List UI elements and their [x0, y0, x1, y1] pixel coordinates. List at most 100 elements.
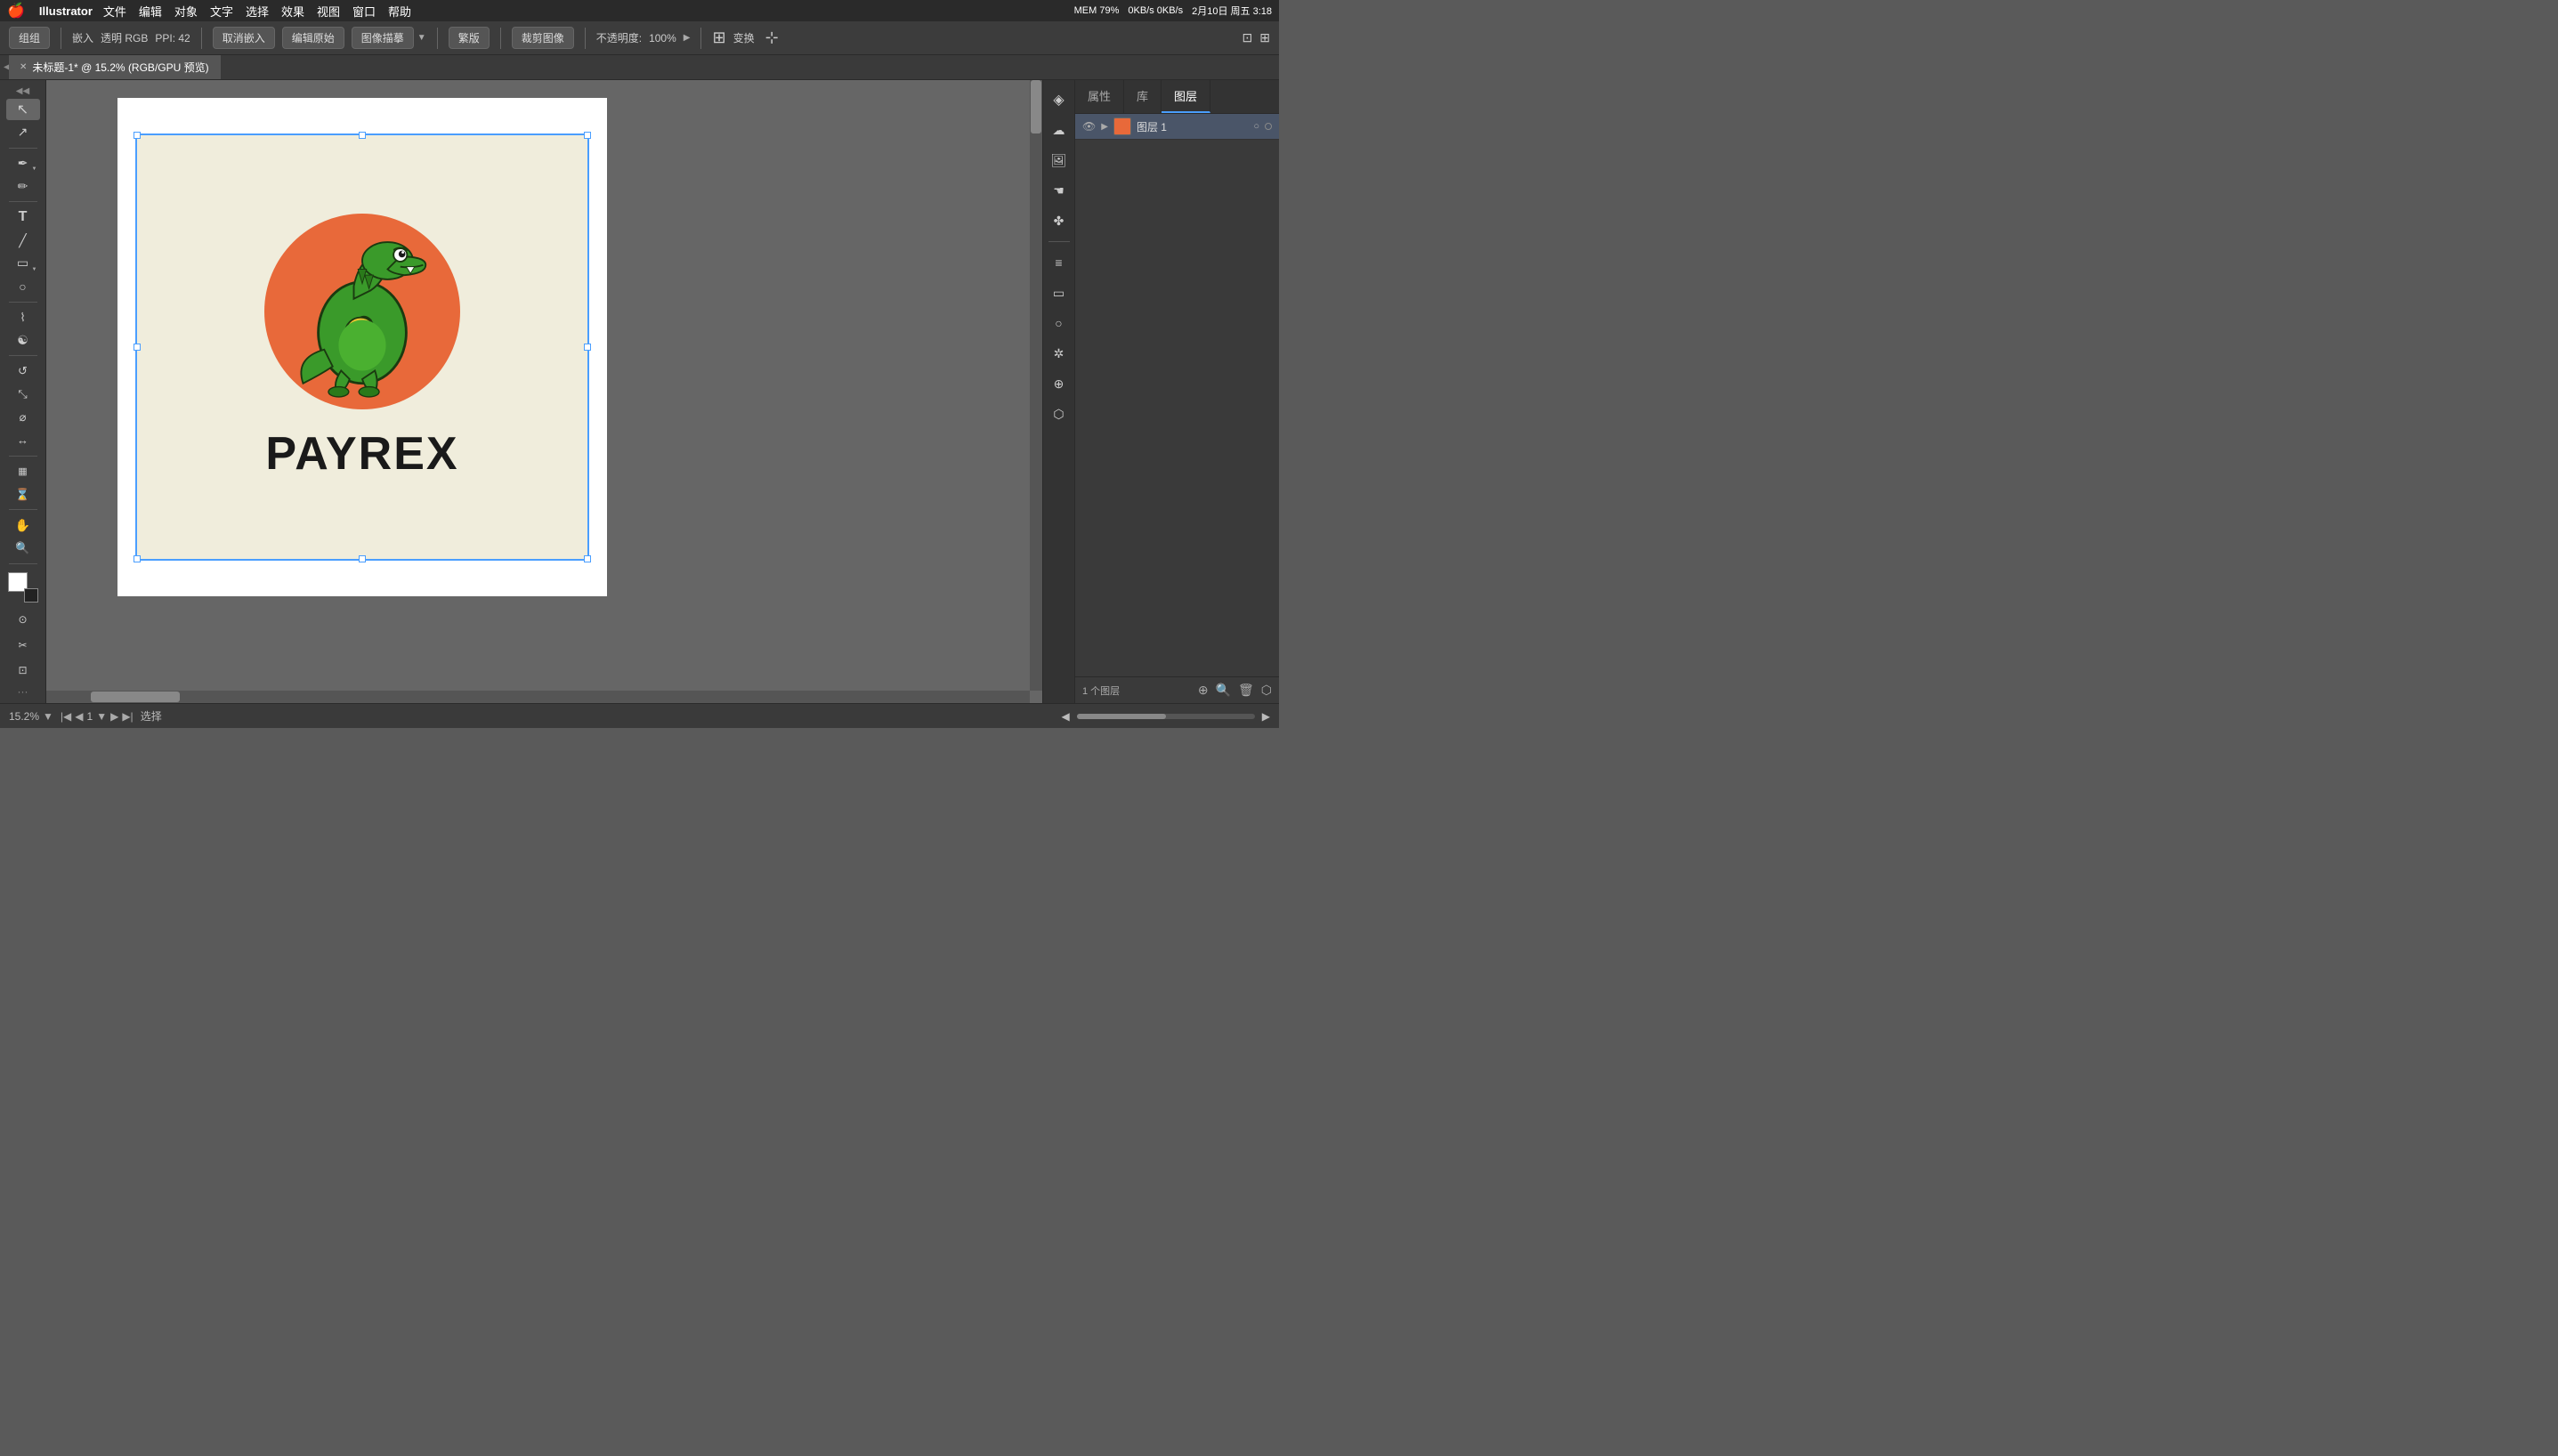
export-btn[interactable]: ⬡ [1047, 401, 1072, 426]
group-btn[interactable]: 组组 [9, 27, 50, 49]
tools-divider-2 [9, 201, 37, 202]
blob-icon: ☯ [17, 333, 28, 348]
new-layer-icon[interactable]: ⊕ [1198, 683, 1209, 698]
page-number[interactable]: 1 [87, 710, 93, 723]
nav-first[interactable]: |◀ [61, 710, 71, 723]
light-btn[interactable]: ✲ [1047, 341, 1072, 366]
tab-current[interactable]: ✕ 未标题-1* @ 15.2% (RGB/GPU 预览) [9, 55, 221, 79]
panel-options-icon[interactable]: ⬡ [1261, 683, 1272, 698]
rectangle-panel-btn[interactable]: ▭ [1047, 280, 1072, 305]
search-layer-icon[interactable]: 🔍 [1216, 683, 1231, 698]
warp-tool[interactable]: ⌀ [6, 407, 40, 428]
blob-tool[interactable]: ☯ [6, 330, 40, 352]
live-paint-tool[interactable]: ⊙ [6, 608, 40, 631]
complex-btn[interactable]: 繁版 [449, 27, 490, 49]
swatch-container[interactable] [8, 572, 38, 603]
scrollbar-horizontal[interactable] [46, 691, 1030, 703]
grid-icon[interactable]: ⊞ [712, 28, 725, 47]
more-tools[interactable]: ··· [18, 685, 28, 698]
menu-text[interactable]: 文字 [210, 3, 233, 20]
menu-help[interactable]: 帮助 [388, 3, 411, 20]
properties-panel-btn[interactable]: ◈ [1047, 87, 1072, 112]
panel-layout-icon[interactable]: ⊡ [1243, 30, 1253, 45]
menu-view[interactable]: 视图 [317, 3, 340, 20]
width-icon: ↔ [17, 433, 28, 447]
tab-close-btn[interactable]: ✕ [20, 62, 27, 72]
scrollbar-thumb-h[interactable] [91, 692, 180, 702]
panel-right-icon[interactable]: ⊞ [1259, 30, 1270, 45]
layer-name[interactable]: 图层 1 [1137, 119, 1248, 134]
panel-collapse-top[interactable]: ◀◀ [7, 85, 39, 97]
scrollbar-vertical[interactable] [1030, 80, 1042, 691]
nav-prev[interactable]: ◀ [75, 710, 83, 723]
zoom-tool[interactable]: 🔍 [6, 538, 40, 559]
scale-tool[interactable]: ⤡ [6, 384, 40, 405]
pen-tool[interactable]: ✒ ▼ [6, 153, 40, 174]
libraries-panel-btn[interactable]: ☁ [1047, 117, 1072, 142]
apple-menu[interactable]: 🍎 [7, 2, 25, 20]
image-btn[interactable]: 🖼 [1047, 148, 1072, 173]
text-tool[interactable]: T [6, 206, 40, 228]
opacity-arrow[interactable]: ▶ [684, 33, 691, 43]
paintbrush-tool[interactable]: ⌇ [6, 307, 40, 328]
unembed-btn[interactable]: 取消嵌入 [213, 27, 275, 49]
layers-panel: 👁 ▶ 图层 1 ○ [1075, 114, 1279, 676]
menu-object[interactable]: 对象 [174, 3, 198, 20]
align-icon[interactable]: ⊹ [765, 28, 779, 47]
stroke-swatch[interactable] [24, 588, 38, 603]
nav-next-icon[interactable]: ▶ [1262, 710, 1270, 723]
image-trace-dropdown[interactable]: ▼ [417, 33, 426, 43]
transform-panel-btn[interactable]: ⊕ [1047, 371, 1072, 396]
layer-expand-icon[interactable]: ▶ [1101, 122, 1108, 132]
nav-prev-icon[interactable]: ◀ [1062, 710, 1070, 723]
select-tool[interactable]: ↖ [6, 99, 40, 120]
line-tool[interactable]: ╱ [6, 230, 40, 251]
artboard-tool[interactable]: ⊡ [6, 659, 40, 682]
menu-items: 文件 编辑 对象 文字 选择 效果 视图 窗口 帮助 [103, 3, 411, 20]
gradient-btn[interactable]: ≡ [1047, 250, 1072, 275]
delete-layer-icon[interactable]: 🗑 [1238, 683, 1254, 698]
tab-properties[interactable]: 属性 [1075, 80, 1124, 113]
zoom-down-arrow[interactable]: ▼ [43, 710, 53, 723]
menu-edit[interactable]: 编辑 [139, 3, 162, 20]
nav-last[interactable]: ▶| [122, 710, 133, 723]
menu-effect[interactable]: 效果 [281, 3, 304, 20]
graph-tool[interactable]: ▦ [6, 461, 40, 482]
opacity-value[interactable]: 100% [649, 32, 676, 44]
menu-window[interactable]: 窗口 [352, 3, 376, 20]
eyedropper-tool[interactable]: ⌛ [6, 484, 40, 506]
canvas-area[interactable]: PAYREX [46, 80, 1042, 703]
crop-btn[interactable]: 裁剪图像 [512, 27, 574, 49]
status-zoom: 15.2% ▼ [9, 710, 53, 723]
menu-file[interactable]: 文件 [103, 3, 126, 20]
tab-layers[interactable]: 图层 [1162, 80, 1210, 113]
scissors-tool[interactable]: ✂ [6, 634, 40, 657]
pencil-tool[interactable]: ✏ [6, 175, 40, 197]
symbol-btn[interactable]: ✤ [1047, 208, 1072, 233]
image-trace-btn[interactable]: 图像描摹 [352, 27, 414, 49]
toolbar-divider-3 [437, 28, 438, 49]
layer-eye-icon[interactable]: 👁 [1082, 120, 1096, 133]
hand-tool[interactable]: ✋ [6, 514, 40, 536]
ellipse-tool[interactable]: ○ [6, 276, 40, 297]
menu-select[interactable]: 选择 [246, 3, 269, 20]
select-icon: ↖ [17, 101, 28, 118]
scrollbar-thumb-v[interactable] [1031, 80, 1041, 133]
rectangle-tool[interactable]: ▭ ▼ [6, 253, 40, 274]
zoom-value[interactable]: 15.2% [9, 710, 39, 723]
direct-select-tool[interactable]: ↗ [6, 122, 40, 143]
nav-down-arrow[interactable]: ▼ [96, 710, 107, 723]
circle-panel-btn[interactable]: ○ [1047, 311, 1072, 336]
tabbar: ◀◀ ✕ 未标题-1* @ 15.2% (RGB/GPU 预览) [0, 55, 1279, 80]
app-name[interactable]: Illustrator [39, 4, 93, 18]
rotate-tool[interactable]: ↺ [6, 360, 40, 382]
layer-item-1[interactable]: 👁 ▶ 图层 1 ○ [1075, 114, 1279, 140]
tab-libraries[interactable]: 库 [1124, 80, 1162, 113]
edit-original-btn[interactable]: 编辑原始 [282, 27, 344, 49]
nav-next[interactable]: ▶ [110, 710, 118, 723]
transform-btn[interactable]: 变换 [733, 30, 755, 45]
layer-lock-icon[interactable]: ○ [1253, 121, 1259, 132]
width-tool[interactable]: ↔ [6, 430, 40, 451]
pointer-btn[interactable]: ☚ [1047, 178, 1072, 203]
scroll-progress[interactable] [1077, 714, 1255, 719]
